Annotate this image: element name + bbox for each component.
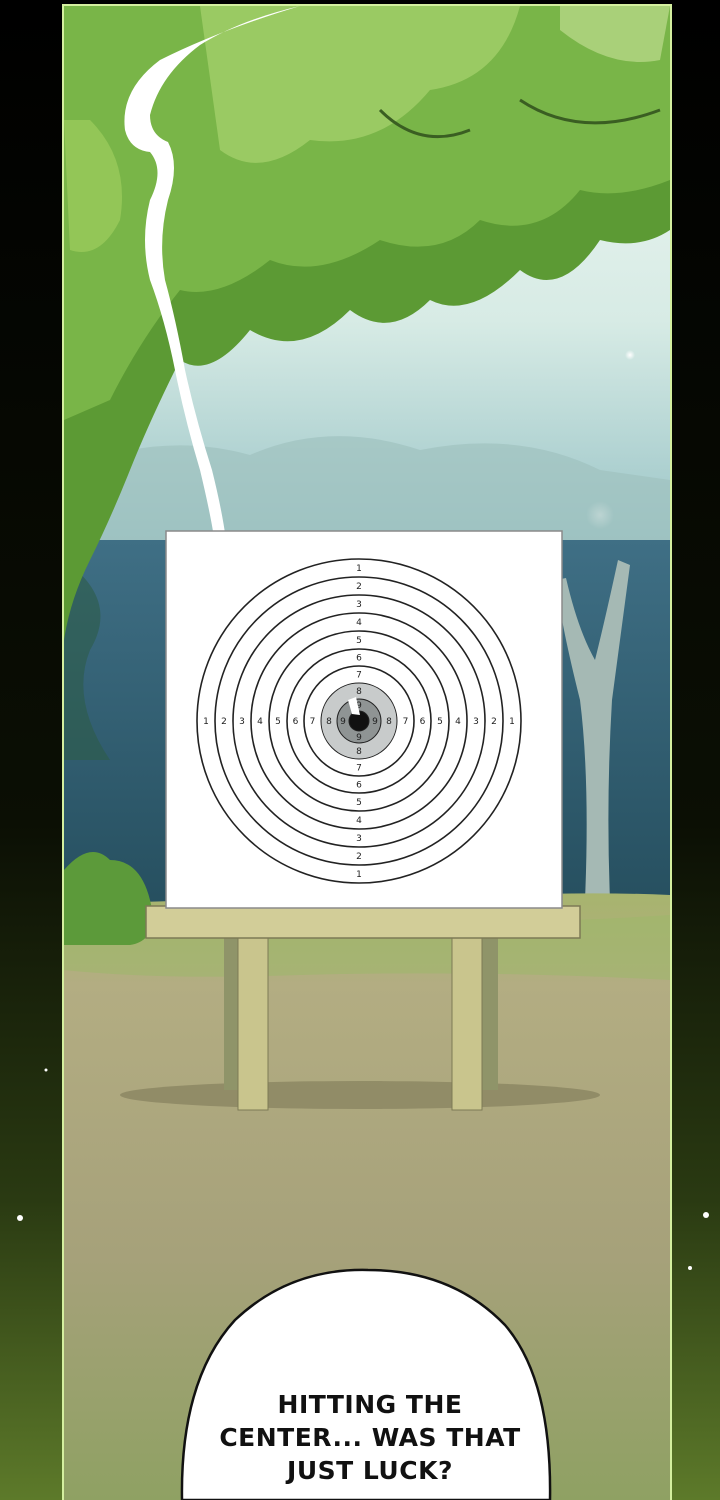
- speech-bubble-text: HITTING THE CENTER... WAS THAT JUST LUCK…: [210, 1388, 530, 1487]
- target-number-left: 5: [275, 717, 281, 727]
- target-number-bottom: 6: [356, 781, 362, 791]
- target-number-bottom: 9: [356, 733, 362, 743]
- target-number-top: 8: [356, 687, 362, 697]
- target-number-top: 4: [356, 618, 362, 628]
- target-number-top: 5: [356, 636, 362, 646]
- target-number-bottom: 8: [356, 747, 362, 757]
- speech-line-1: HITTING THE: [277, 1390, 463, 1419]
- target-number-top: 1: [356, 564, 362, 574]
- target-number-top: 7: [356, 671, 362, 681]
- target-number-right: 8: [386, 717, 392, 727]
- target-number-left: 6: [293, 717, 299, 727]
- target-number-right: 7: [403, 717, 409, 727]
- target-number-left: 2: [221, 717, 227, 727]
- target-number-left: 4: [257, 717, 263, 727]
- target-number-left: 8: [326, 717, 332, 727]
- comic-panel: 112233445566778899112233445566778899 HIT…: [0, 0, 720, 1500]
- target-number-right: 4: [455, 717, 461, 727]
- target-number-top: 6: [356, 654, 362, 664]
- target-number-bottom: 5: [356, 798, 362, 808]
- target-number-right: 1: [509, 717, 515, 727]
- target-number-bottom: 3: [356, 834, 362, 844]
- target-number-left: 7: [310, 717, 316, 727]
- panel-artwork: 1122334455667788991 12 23 34 45 56 67 78 89 9: [0, 0, 720, 1500]
- panel-scene: 1122334455667788991 12 23 34 45 56 67 78 89 9: [64, 6, 670, 1500]
- speech-line-3: JUST LUCK?: [287, 1456, 453, 1485]
- target-number-right: 6: [420, 717, 426, 727]
- target-number-top: 3: [356, 600, 362, 610]
- target-number-bottom: 4: [356, 816, 362, 826]
- target-number-right: 9: [372, 717, 378, 727]
- target-number-left: 3: [239, 717, 245, 727]
- target-number-right: 2: [491, 717, 497, 727]
- target-number-left: 9: [340, 717, 346, 727]
- target-number-bottom: 7: [356, 764, 362, 774]
- target-number-left: 1: [203, 717, 209, 727]
- target-number-bottom: 1: [356, 870, 362, 880]
- target-number-right: 5: [437, 717, 443, 727]
- target-number-bottom: 2: [356, 852, 362, 862]
- speech-line-2: CENTER... WAS THAT: [219, 1423, 521, 1452]
- target-number-top: 2: [356, 582, 362, 592]
- target-number-right: 3: [473, 717, 479, 727]
